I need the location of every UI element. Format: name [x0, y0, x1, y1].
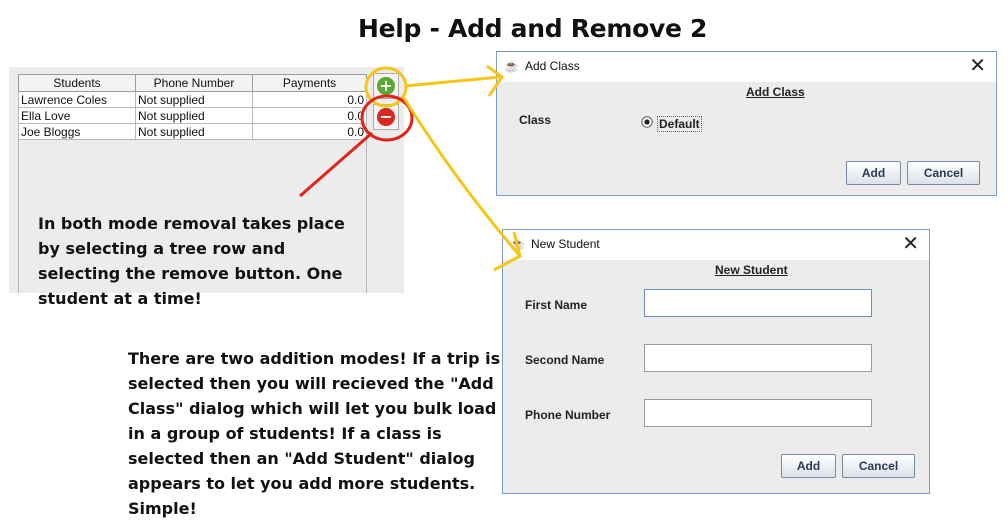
- page-title: Help - Add and Remove 2: [358, 14, 708, 43]
- column-header-phone[interactable]: Phone Number: [135, 74, 253, 92]
- radio-selected-icon: [641, 116, 653, 128]
- cell-student[interactable]: Ella Love: [18, 107, 136, 124]
- add-class-add-button[interactable]: Add: [846, 161, 901, 185]
- removal-note: In both mode removal takes place by sele…: [38, 214, 345, 308]
- new-student-add-button[interactable]: Add: [781, 454, 836, 478]
- add-class-titlebar[interactable]: ☕ Add Class ✕: [497, 52, 996, 82]
- phone-number-field[interactable]: [644, 399, 872, 427]
- remove-button[interactable]: −: [373, 104, 399, 130]
- cell-payment[interactable]: 0.0: [252, 123, 367, 140]
- plus-icon: +: [377, 77, 395, 95]
- radio-default-label[interactable]: Default: [657, 116, 702, 132]
- column-header-students[interactable]: Students: [18, 74, 136, 92]
- second-name-field[interactable]: [644, 344, 872, 372]
- class-label: Class: [519, 113, 552, 127]
- arrow-to-add-class: [404, 75, 501, 88]
- addition-note: There are two addition modes! If a trip …: [128, 349, 501, 518]
- new-student-titlebar[interactable]: ☕ New Student ✕: [503, 230, 929, 260]
- column-header-payments[interactable]: Payments: [252, 74, 367, 92]
- cell-student[interactable]: Joe Bloggs: [18, 123, 136, 140]
- cell-phone[interactable]: Not supplied: [135, 91, 253, 108]
- table-row[interactable]: Lawrence Coles Not supplied 0.0: [18, 91, 367, 108]
- table-row[interactable]: Joe Bloggs Not supplied 0.0: [18, 123, 367, 140]
- first-name-label: First Name: [525, 298, 588, 312]
- cell-payment[interactable]: 0.0: [252, 107, 367, 124]
- new-student-cancel-button[interactable]: Cancel: [842, 454, 915, 478]
- minus-icon: −: [377, 108, 395, 126]
- cell-phone[interactable]: Not supplied: [135, 123, 253, 140]
- second-name-label: Second Name: [525, 353, 605, 367]
- table-row[interactable]: Ella Love Not supplied 0.0: [18, 107, 367, 124]
- table-header-row: Students Phone Number Payments: [18, 74, 367, 92]
- add-class-heading: Add Class: [746, 85, 805, 99]
- phone-number-label: Phone Number: [525, 408, 611, 422]
- new-student-window-title: New Student: [531, 237, 600, 251]
- close-icon[interactable]: ✕: [969, 55, 986, 77]
- close-icon[interactable]: ✕: [902, 233, 919, 255]
- cell-payment[interactable]: 0.0: [252, 91, 367, 108]
- cell-student[interactable]: Lawrence Coles: [18, 91, 136, 108]
- add-class-cancel-button[interactable]: Cancel: [907, 161, 980, 185]
- cell-phone[interactable]: Not supplied: [135, 107, 253, 124]
- add-class-window-title: Add Class: [525, 59, 580, 73]
- new-student-heading: New Student: [715, 263, 788, 277]
- add-button[interactable]: +: [373, 73, 399, 99]
- students-table[interactable]: Students Phone Number Payments Lawrence …: [18, 74, 367, 140]
- add-class-dialog: ☕ Add Class ✕ Add Class Class Default Ad…: [496, 51, 997, 196]
- java-icon: ☕: [510, 237, 525, 251]
- java-icon: ☕: [504, 59, 519, 73]
- new-student-dialog: ☕ New Student ✕ New Student First Name S…: [502, 229, 930, 494]
- radio-default[interactable]: [641, 115, 653, 128]
- first-name-field[interactable]: [644, 289, 872, 317]
